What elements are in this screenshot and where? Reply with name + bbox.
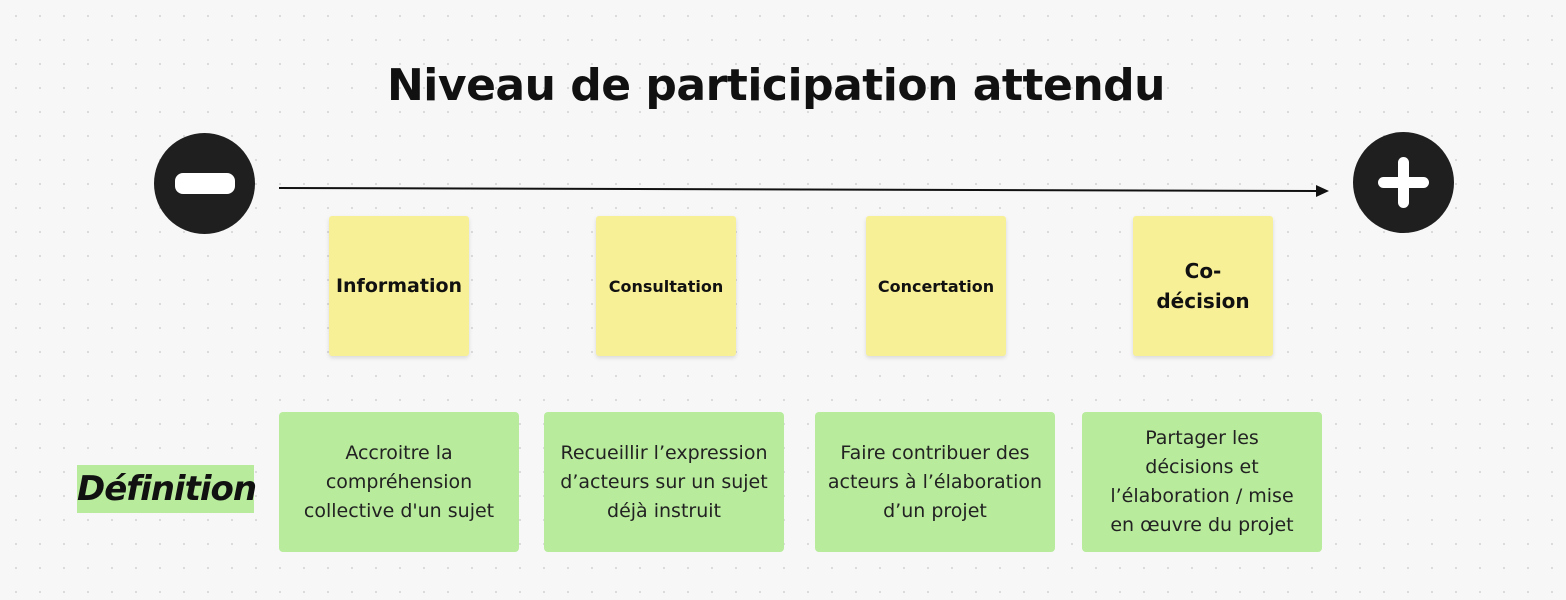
definition-co-decision: Partager les décisions et l’élaboration … (1082, 412, 1322, 552)
level-label: Information (335, 275, 463, 297)
definition-concertation: Faire contribuer des acteurs à l’élabora… (815, 412, 1055, 552)
definition-text: Partager les décisions et l’élaboration … (1110, 427, 1294, 536)
level-label: Concertation (877, 276, 995, 296)
definition-text: Accroitre la compréhension collective d'… (303, 441, 495, 522)
definition-text: Recueillir l’expression d’acteurs sur un… (560, 441, 768, 522)
level-label: Consultation (608, 276, 724, 296)
definition-consultation: Recueillir l’expression d’acteurs sur un… (544, 412, 784, 552)
sticky-information: Information (329, 216, 469, 356)
definition-information: Accroitre la compréhension collective d'… (279, 412, 519, 552)
sticky-concertation: Concertation (866, 216, 1006, 356)
level-label: Co- décision (1156, 259, 1250, 313)
definition-label: Définition (77, 465, 257, 513)
sticky-consultation: Consultation (596, 216, 736, 356)
definition-text: Faire contribuer des acteurs à l’élabora… (827, 441, 1043, 522)
sticky-co-decision: Co- décision (1133, 216, 1273, 356)
plus-icon (1353, 132, 1454, 233)
